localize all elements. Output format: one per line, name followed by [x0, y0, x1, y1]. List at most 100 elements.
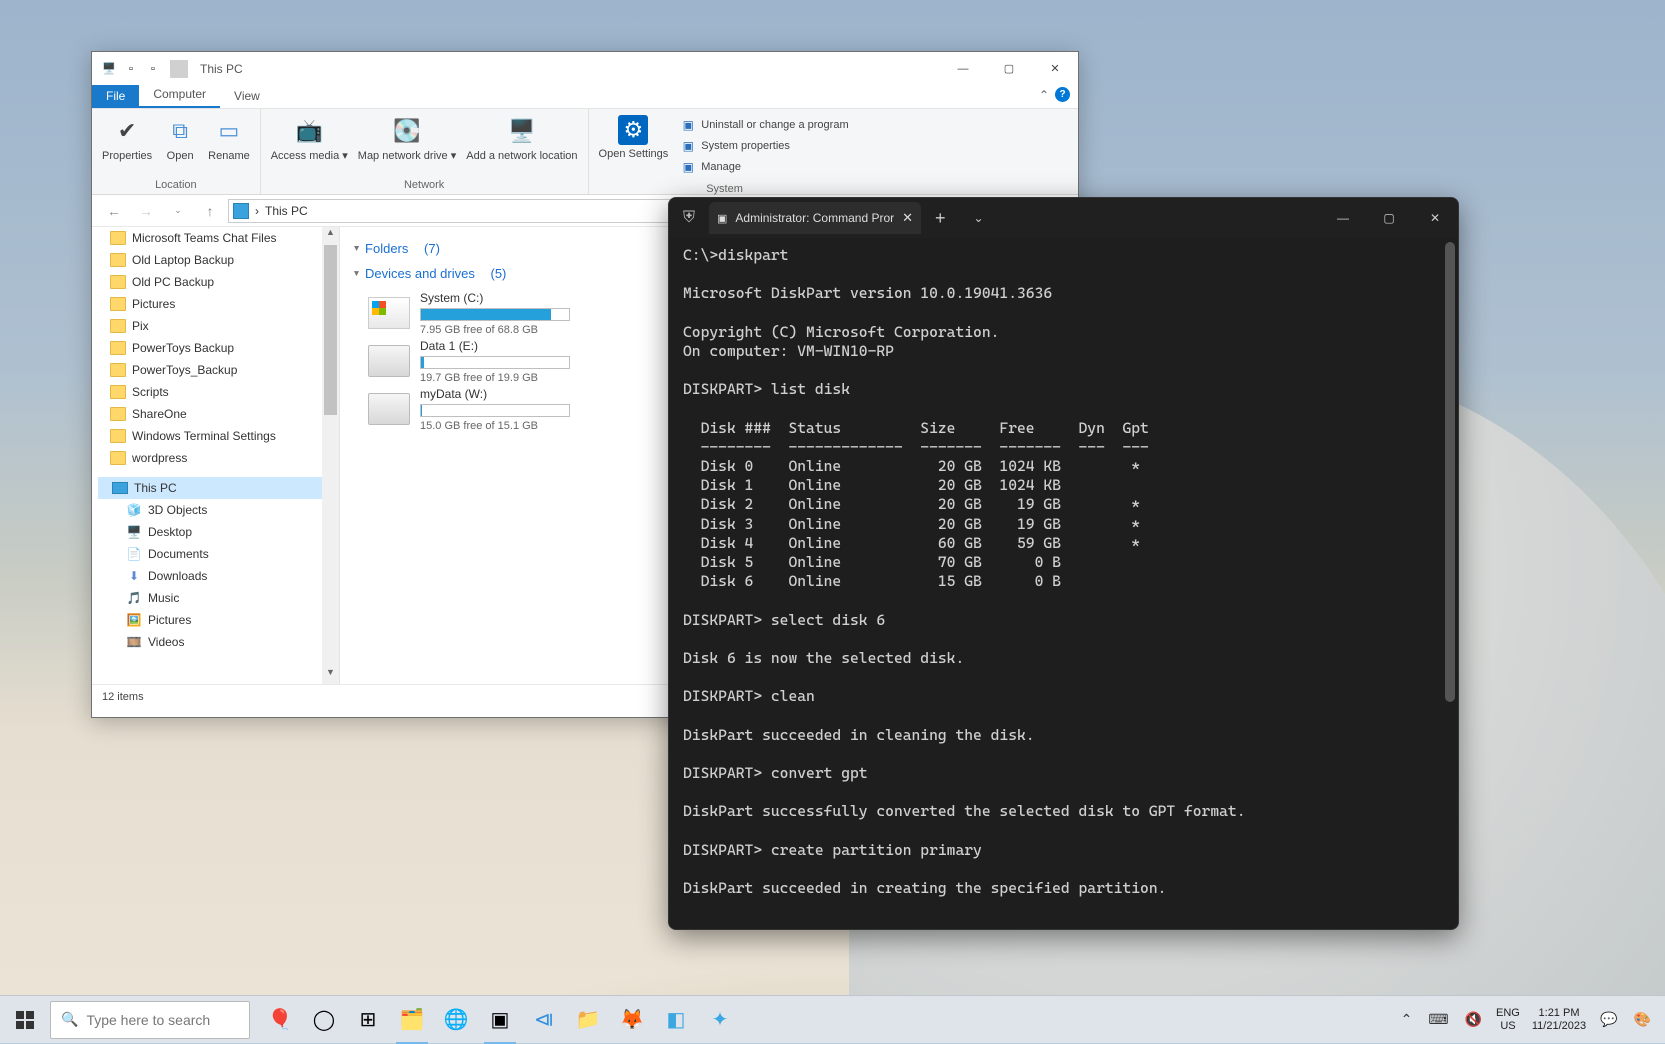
terminal-tab[interactable]: ▣ Administrator: Command Pror ✕ [709, 202, 921, 234]
drive-icon [368, 297, 410, 329]
library-icon: ⬇ [126, 568, 142, 584]
group-network-label: Network [261, 179, 588, 194]
taskbar-files-icon[interactable]: 📁 [566, 996, 610, 1044]
taskbar-explorer-icon[interactable]: 🗂️ [390, 996, 434, 1044]
navpane-item[interactable]: Pix [92, 315, 339, 337]
tray-chevron-icon[interactable]: ⌃ [1393, 1011, 1421, 1028]
navpane-item[interactable]: PowerToys Backup [92, 337, 339, 359]
folder-icon [110, 451, 126, 465]
back-button[interactable]: ← [100, 198, 128, 224]
terminal-scrollbar[interactable] [1445, 242, 1455, 702]
navpane-item[interactable]: ⬇Downloads [92, 565, 339, 587]
taskbar-vscode-icon[interactable]: ⧏ [522, 996, 566, 1044]
taskview-icon[interactable]: ⊞ [346, 996, 390, 1044]
tab-view[interactable]: View [220, 85, 274, 108]
library-icon: 🎵 [126, 590, 142, 606]
qa-props-icon[interactable]: ▫ [144, 60, 162, 78]
explorer-titlebar[interactable]: 🖥️ ▫ ▫ This PC — ▢ ✕ [92, 52, 1078, 85]
terminal-output[interactable]: C:\>diskpart Microsoft DiskPart version … [683, 246, 1440, 919]
folder-icon [110, 275, 126, 289]
manage-button[interactable]: ▣Manage [680, 157, 848, 177]
open-settings-button[interactable]: ⚙Open Settings [595, 113, 673, 163]
recent-dropdown[interactable]: ⌄ [164, 198, 192, 224]
ribbon-tabs: File Computer View ⌃ ? [92, 85, 1078, 109]
navpane-this-pc[interactable]: This PC [98, 477, 333, 499]
tab-close-icon[interactable]: ✕ [902, 210, 913, 226]
navpane-item[interactable]: Pictures [92, 293, 339, 315]
taskbar-app2-icon[interactable]: ✦ [698, 996, 742, 1044]
navpane-item[interactable]: Old Laptop Backup [92, 249, 339, 271]
drive-name: Data 1 (E:) [420, 339, 570, 353]
navpane-scrollbar[interactable]: ▲ ▼ [322, 227, 339, 684]
ribbon-collapse-icon[interactable]: ⌃ [1039, 88, 1049, 102]
minimize-button[interactable]: — [940, 52, 986, 85]
navpane-item[interactable]: Microsoft Teams Chat Files [92, 227, 339, 249]
tray-keyboard-icon[interactable]: ⌨ [1420, 1011, 1456, 1028]
folder-icon [110, 363, 126, 377]
news-icon[interactable]: 🎈 [258, 996, 302, 1044]
navpane-item[interactable]: 🎵Music [92, 587, 339, 609]
taskbar-edge-icon[interactable]: 🌐 [434, 996, 478, 1044]
pc-icon [233, 203, 249, 219]
map-drive-button[interactable]: 💽Map network drive ▾ [354, 113, 460, 165]
tray-notification-icon[interactable]: 💬 [1592, 1011, 1625, 1028]
add-network-button[interactable]: 🖥️Add a network location [462, 113, 581, 165]
chevron-right-icon: ▸ [351, 246, 362, 251]
navpane-item[interactable]: 🖼️Pictures [92, 609, 339, 631]
navpane-item[interactable]: 📄Documents [92, 543, 339, 565]
folder-icon [110, 341, 126, 355]
drive-name: myData (W:) [420, 387, 570, 401]
rename-button[interactable]: ▭Rename [204, 113, 254, 165]
taskbar-firefox-icon[interactable]: 🦊 [610, 996, 654, 1044]
tab-file[interactable]: File [92, 85, 139, 108]
navpane-item[interactable]: wordpress [92, 447, 339, 469]
folder-icon [110, 231, 126, 245]
breadcrumb[interactable]: This PC [265, 204, 308, 218]
open-button[interactable]: ⧉Open [158, 113, 202, 165]
navpane-item[interactable]: Scripts [92, 381, 339, 403]
navigation-pane[interactable]: Microsoft Teams Chat FilesOld Laptop Bac… [92, 227, 340, 684]
navpane-item[interactable]: 🎞️Videos [92, 631, 339, 653]
qa-save-icon[interactable]: ▫ [122, 60, 140, 78]
tray-volume-icon[interactable]: 🔇 [1457, 1011, 1490, 1028]
close-button[interactable]: ✕ [1032, 52, 1078, 85]
uninstall-button[interactable]: ▣Uninstall or change a program [680, 115, 848, 135]
folder-icon [110, 253, 126, 267]
folder-icon [110, 319, 126, 333]
taskbar-terminal-icon[interactable]: ▣ [478, 996, 522, 1044]
up-button[interactable]: ↑ [196, 198, 224, 224]
taskbar-app1-icon[interactable]: ◧ [654, 996, 698, 1044]
navpane-item[interactable]: Windows Terminal Settings [92, 425, 339, 447]
cortana-icon[interactable]: ◯ [302, 996, 346, 1044]
tray-app-icon[interactable]: 🎨 [1626, 1011, 1659, 1028]
system-properties-button[interactable]: ▣System properties [680, 136, 848, 156]
start-button[interactable] [0, 996, 50, 1044]
folder-icon [110, 407, 126, 421]
navpane-item[interactable]: ShareOne [92, 403, 339, 425]
navpane-item[interactable]: PowerToys_Backup [92, 359, 339, 381]
properties-button[interactable]: ✔︎Properties [98, 113, 156, 165]
taskbar-search[interactable]: 🔍 Type here to search [50, 1001, 250, 1039]
tab-computer[interactable]: Computer [139, 83, 220, 108]
navpane-item[interactable]: 🧊3D Objects [92, 499, 339, 521]
drive-free-text: 19.7 GB free of 19.9 GB [420, 372, 570, 384]
drive-icon [368, 393, 410, 425]
system-tray: ⌃ ⌨ 🔇 ENGUS 1:21 PM11/21/2023 💬 🎨 [1393, 996, 1665, 1044]
tab-dropdown-icon[interactable]: ⌄ [960, 211, 998, 225]
tray-clock[interactable]: 1:21 PM11/21/2023 [1526, 1007, 1592, 1032]
new-tab-button[interactable]: + [921, 208, 960, 229]
tray-language[interactable]: ENGUS [1490, 1007, 1526, 1032]
help-icon[interactable]: ? [1055, 87, 1070, 102]
maximize-button[interactable]: ▢ [986, 52, 1032, 85]
forward-button[interactable]: → [132, 198, 160, 224]
access-media-button[interactable]: 📺Access media ▾ [267, 113, 352, 165]
drive-usage-bar [420, 404, 570, 417]
navpane-item[interactable]: Old PC Backup [92, 271, 339, 293]
shield-icon: ⛨ [669, 209, 709, 227]
maximize-button[interactable]: ▢ [1366, 198, 1412, 238]
pc-icon: 🖥️ [100, 60, 118, 78]
terminal-titlebar[interactable]: ⛨ ▣ Administrator: Command Pror ✕ + ⌄ — … [669, 198, 1458, 238]
minimize-button[interactable]: — [1320, 198, 1366, 238]
navpane-item[interactable]: 🖥️Desktop [92, 521, 339, 543]
close-button[interactable]: ✕ [1412, 198, 1458, 238]
